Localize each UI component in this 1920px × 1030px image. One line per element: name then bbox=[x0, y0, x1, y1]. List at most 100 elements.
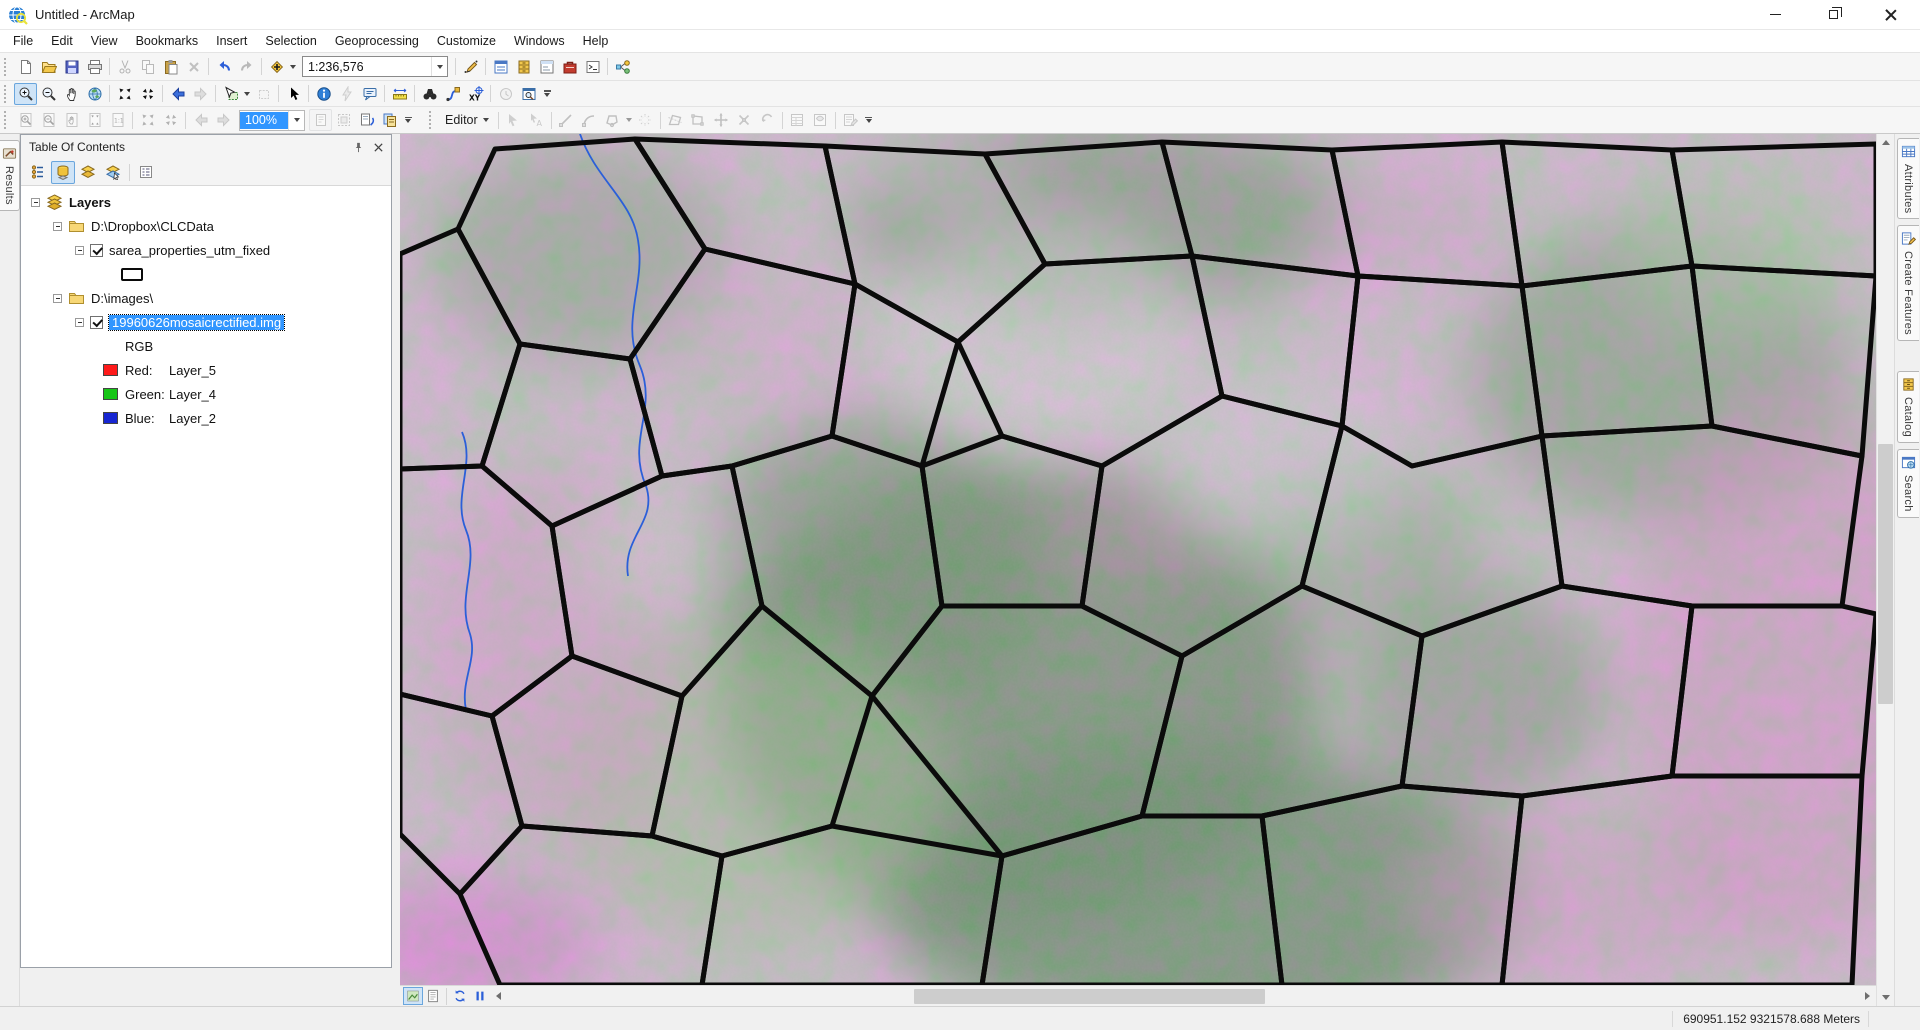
polygon-symbol-swatch[interactable] bbox=[121, 268, 143, 281]
menu-windows[interactable]: Windows bbox=[505, 32, 574, 50]
toolbar-overflow-button[interactable] bbox=[540, 83, 554, 105]
split-tool-button[interactable] bbox=[733, 109, 756, 131]
zoom-percent-combo[interactable] bbox=[239, 110, 305, 131]
toolbar-grip[interactable] bbox=[429, 111, 434, 129]
edit-tool-button[interactable] bbox=[502, 109, 525, 131]
copy-button[interactable] bbox=[136, 56, 159, 78]
collapse-icon[interactable] bbox=[75, 318, 84, 327]
focus-data-frame-button[interactable] bbox=[332, 109, 355, 131]
fixed-zoom-out-button[interactable] bbox=[136, 83, 159, 105]
identify-button[interactable] bbox=[312, 83, 335, 105]
data-view-button[interactable] bbox=[403, 987, 423, 1005]
layout-forward-button[interactable] bbox=[212, 109, 235, 131]
menu-view[interactable]: View bbox=[82, 32, 127, 50]
sketch-properties-button[interactable] bbox=[809, 109, 832, 131]
collapse-icon[interactable] bbox=[31, 198, 40, 207]
panel-splitter[interactable] bbox=[392, 134, 400, 1006]
toc-pin-button[interactable] bbox=[349, 138, 367, 156]
map-scale-input[interactable] bbox=[303, 58, 431, 75]
catalog-window-button[interactable] bbox=[512, 56, 535, 78]
layout-pan-button[interactable] bbox=[60, 109, 83, 131]
refresh-button[interactable] bbox=[450, 987, 470, 1005]
tree-item-sarea-symbol[interactable] bbox=[21, 262, 391, 286]
vertical-scrollbar[interactable] bbox=[1876, 134, 1894, 1006]
data-driven-pages-button[interactable] bbox=[378, 109, 401, 131]
menu-file[interactable]: File bbox=[4, 32, 42, 50]
layout-zoom-in-button[interactable] bbox=[14, 109, 37, 131]
command-line-button[interactable] bbox=[581, 56, 604, 78]
group-label[interactable]: D:\images\ bbox=[91, 291, 153, 306]
map-scale-dropdown[interactable] bbox=[431, 57, 447, 76]
vscroll-up-button[interactable] bbox=[1877, 134, 1894, 151]
toggle-draft-mode-button[interactable] bbox=[309, 109, 332, 131]
restore-button[interactable] bbox=[1804, 0, 1862, 29]
back-extent-button[interactable] bbox=[166, 83, 189, 105]
layer-label[interactable]: sarea_properties_utm_fixed bbox=[109, 243, 270, 258]
pause-drawing-button[interactable] bbox=[470, 987, 490, 1005]
toolbar-grip[interactable] bbox=[4, 58, 9, 76]
find-button[interactable] bbox=[418, 83, 441, 105]
trace-dropdown[interactable] bbox=[624, 109, 634, 131]
trace-tool-button[interactable] bbox=[601, 109, 624, 131]
menu-bookmarks[interactable]: Bookmarks bbox=[127, 32, 208, 50]
straight-segment-button[interactable] bbox=[555, 109, 578, 131]
tree-item-band-blue[interactable]: Blue: Layer_2 bbox=[21, 406, 391, 430]
list-by-selection-button[interactable] bbox=[101, 161, 125, 184]
layout-view-button[interactable] bbox=[423, 987, 443, 1005]
tree-item-group-clcdata[interactable]: D:\Dropbox\CLCData bbox=[21, 214, 391, 238]
go-to-xy-button[interactable]: XY bbox=[464, 83, 487, 105]
create-features-tab[interactable]: Create Features bbox=[1897, 225, 1919, 341]
new-document-button[interactable] bbox=[14, 56, 37, 78]
time-slider-button[interactable] bbox=[494, 83, 517, 105]
group-label[interactable]: D:\Dropbox\CLCData bbox=[91, 219, 214, 234]
toolbar-grip[interactable] bbox=[4, 111, 9, 129]
menu-help[interactable]: Help bbox=[574, 32, 618, 50]
toc-options-button[interactable] bbox=[134, 161, 158, 184]
menu-insert[interactable]: Insert bbox=[207, 32, 256, 50]
arctoolbox-button[interactable] bbox=[558, 56, 581, 78]
hyperlink-button[interactable] bbox=[335, 83, 358, 105]
tree-item-layers[interactable]: Layers bbox=[21, 190, 391, 214]
tree-item-band-green[interactable]: Green: Layer_4 bbox=[21, 382, 391, 406]
layer-visibility-checkbox[interactable] bbox=[90, 316, 103, 329]
select-elements-button[interactable] bbox=[282, 83, 305, 105]
collapse-icon[interactable] bbox=[53, 222, 62, 231]
create-features-button[interactable] bbox=[839, 109, 862, 131]
zoom-percent-input[interactable] bbox=[240, 112, 288, 129]
editor-toolbar-toggle-button[interactable] bbox=[459, 56, 482, 78]
attributes-tab[interactable]: Attributes bbox=[1897, 138, 1919, 219]
python-window-button[interactable] bbox=[535, 56, 558, 78]
add-data-dropdown[interactable] bbox=[288, 56, 298, 78]
print-button[interactable] bbox=[83, 56, 106, 78]
layout-fixed-zoom-in-button[interactable] bbox=[136, 109, 159, 131]
full-extent-button[interactable] bbox=[83, 83, 106, 105]
green-band-swatch[interactable] bbox=[103, 388, 118, 400]
map-scale-combo[interactable] bbox=[302, 56, 448, 77]
toolbar-overflow-button[interactable] bbox=[862, 109, 876, 131]
feature-construction-button[interactable] bbox=[634, 109, 657, 131]
measure-button[interactable] bbox=[388, 83, 411, 105]
save-button[interactable] bbox=[60, 56, 83, 78]
list-by-drawing-order-button[interactable] bbox=[26, 161, 50, 184]
red-band-swatch[interactable] bbox=[103, 364, 118, 376]
table-of-contents-button[interactable] bbox=[489, 56, 512, 78]
html-popup-button[interactable] bbox=[358, 83, 381, 105]
modelbuilder-button[interactable] bbox=[611, 56, 634, 78]
selected-layer-label[interactable]: 19960626mosaicrectified.img bbox=[109, 315, 284, 330]
minimize-button[interactable] bbox=[1746, 0, 1804, 29]
tree-item-band-red[interactable]: Red: Layer_5 bbox=[21, 358, 391, 382]
toolbar-overflow-button[interactable] bbox=[401, 109, 415, 131]
menu-selection[interactable]: Selection bbox=[256, 32, 325, 50]
hscroll-thumb[interactable] bbox=[914, 989, 1265, 1004]
tree-item-sarea-layer[interactable]: sarea_properties_utm_fixed bbox=[21, 238, 391, 262]
pan-button[interactable] bbox=[60, 83, 83, 105]
zoom-percent-dropdown[interactable] bbox=[288, 111, 304, 130]
paste-button[interactable] bbox=[159, 56, 182, 78]
find-route-button[interactable] bbox=[441, 83, 464, 105]
editor-menu-button[interactable]: Editor bbox=[439, 111, 495, 129]
catalog-tab[interactable]: Catalog bbox=[1897, 371, 1919, 443]
redo-button[interactable] bbox=[235, 56, 258, 78]
select-features-dropdown[interactable] bbox=[242, 83, 252, 105]
attributes-button[interactable] bbox=[786, 109, 809, 131]
move-tool-button[interactable] bbox=[710, 109, 733, 131]
